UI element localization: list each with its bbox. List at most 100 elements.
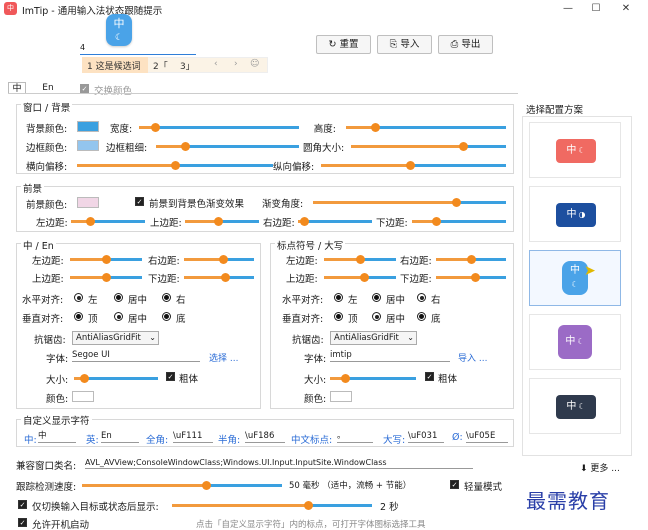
zh-halign-left-label: 左 [88, 295, 98, 306]
cd-caps-field[interactable]: \uF031 [408, 431, 444, 443]
corner-slider[interactable] [351, 142, 506, 151]
punct-valign-center-radio[interactable] [372, 312, 381, 321]
switch-show-slider[interactable] [172, 501, 372, 510]
punct-bottom-slider[interactable] [436, 273, 506, 282]
zh-font-field[interactable]: Segoe UI [72, 350, 200, 362]
app-logo-icon: 中 [4, 2, 17, 15]
cd-en-field[interactable]: En [101, 431, 139, 443]
startup-label: 允许开机启动 [32, 520, 90, 530]
zh-valign-top-radio[interactable] [74, 312, 83, 321]
punct-valign-bottom-radio[interactable] [417, 312, 426, 321]
fg-color-swatch[interactable] [77, 197, 99, 208]
zh-halign-right-radio[interactable] [162, 293, 171, 302]
punct-valign-top-radio[interactable] [334, 312, 343, 321]
zh-top-slider[interactable] [70, 273, 142, 282]
scheme-card-2[interactable]: 中 ◑ [529, 186, 621, 242]
prev-page-icon[interactable]: ‹ [214, 59, 218, 69]
zh-antialias-select[interactable]: AntiAliasGridFit ⌄ [72, 331, 159, 345]
fg-bottom-slider[interactable] [412, 217, 506, 226]
close-button[interactable]: ✕ [614, 1, 638, 17]
reset-button[interactable]: ↻ 重置 [316, 35, 371, 54]
height-slider[interactable] [346, 123, 506, 132]
scheme-card-4[interactable]: 中 ☾ [529, 314, 621, 370]
zh-bottom-slider[interactable] [184, 273, 254, 282]
gradient-checkbox[interactable]: ✓ [135, 197, 144, 206]
candidate-2[interactable]: 2「 [153, 59, 168, 72]
cd-caps-label[interactable]: 大写: [383, 432, 405, 446]
zh-valign-bottom-radio[interactable] [162, 312, 171, 321]
punct-color-label: 颜色: [304, 394, 327, 405]
gradient-angle-slider[interactable] [313, 198, 506, 207]
punct-halign-center-radio[interactable] [372, 293, 381, 302]
punct-color-swatch[interactable] [330, 391, 352, 402]
minimize-button[interactable]: — [556, 1, 580, 17]
voffset-slider[interactable] [321, 161, 506, 170]
punct-antialias-select[interactable]: AntiAliasGridFit ⌄ [330, 331, 417, 345]
punct-size-slider[interactable] [330, 374, 416, 383]
switch-show-checkbox[interactable]: ✓ [18, 500, 27, 509]
zh-color-swatch[interactable] [72, 391, 94, 402]
bg-color-swatch[interactable] [77, 121, 99, 132]
candidate-3[interactable]: 3」 [180, 59, 195, 72]
punct-import-font-link[interactable]: 导入 ... [458, 351, 487, 364]
zh-halign-center-radio[interactable] [114, 293, 123, 302]
punct-left-label: 左边距: [286, 256, 318, 267]
zh-left-slider[interactable] [70, 255, 142, 264]
window-bg-title: 窗口 / 背景 [21, 100, 73, 114]
scheme-char: 中 [566, 145, 577, 156]
cd-en-label[interactable]: 英: [86, 432, 99, 446]
hint-text: 点击「自定义显示字符」内的标点，可打开字体图标选择工具 [196, 520, 426, 530]
zh-bold-checkbox[interactable]: ✓ [166, 372, 175, 381]
zh-halign-left-radio[interactable] [74, 293, 83, 302]
punct-right-slider[interactable] [436, 255, 506, 264]
cd-cnpunct-label[interactable]: 中文标点: [291, 432, 332, 446]
punct-font-field[interactable]: imtip [330, 350, 450, 362]
fg-right-slider[interactable] [298, 217, 372, 226]
punct-left-slider[interactable] [324, 255, 396, 264]
compat-field[interactable]: AVL_AVView;ConsoleWindowClass;Windows.UI… [85, 457, 473, 469]
cd-cnpunct-field[interactable]: 。 [337, 431, 373, 443]
cd-ascii-label[interactable]: Ø: [452, 432, 463, 443]
cd-zh-label[interactable]: 中: [24, 432, 37, 446]
more-schemes-link[interactable]: ⬇ 更多 ... [580, 461, 620, 474]
zh-size-slider[interactable] [74, 374, 158, 383]
cd-full-field[interactable]: \uF111 [173, 431, 213, 443]
foreground-title: 前景 [21, 181, 45, 195]
punct-top-slider[interactable] [324, 273, 396, 282]
scheme-card-1[interactable]: 中 ☾ [529, 122, 621, 178]
cd-half-field[interactable]: \uF186 [245, 431, 285, 443]
cd-half-label[interactable]: 半角: [218, 432, 240, 446]
width-slider[interactable] [139, 123, 299, 132]
emoji-icon[interactable]: ☺ [250, 59, 259, 69]
border-width-slider[interactable] [156, 142, 299, 151]
candidate-1[interactable]: 1 这是候选词 [87, 59, 141, 72]
punct-title: 标点符号 / 大写 [275, 238, 346, 252]
fg-left-slider[interactable] [71, 217, 145, 226]
fg-top-slider[interactable] [185, 217, 259, 226]
punct-bold-checkbox[interactable]: ✓ [425, 372, 434, 381]
zh-valign-center-radio[interactable] [114, 312, 123, 321]
maximize-button[interactable]: ☐ [584, 1, 608, 17]
fg-left-label: 左边距: [36, 218, 68, 229]
cd-zh-field[interactable]: 中 [38, 431, 76, 443]
zh-top-label: 上边距: [32, 274, 64, 285]
cd-full-label[interactable]: 全角: [146, 432, 168, 446]
light-mode-checkbox[interactable]: ✓ [450, 480, 459, 489]
swap-colors-checkbox[interactable]: ✓ [80, 84, 89, 93]
export-button[interactable]: ⎙ 导出 [438, 35, 493, 54]
punct-halign-right-radio[interactable] [417, 293, 426, 302]
punct-halign-left-radio[interactable] [334, 293, 343, 302]
border-color-swatch[interactable] [77, 140, 99, 151]
startup-checkbox[interactable]: ✓ [18, 518, 27, 527]
zh-choose-font-link[interactable]: 选择 ... [209, 351, 238, 364]
cd-ascii-field[interactable]: \uF05E [466, 431, 508, 443]
scheme-card-5[interactable]: 中 ☾ [529, 378, 621, 434]
import-button[interactable]: ⎘ 导入 [377, 35, 432, 54]
hoffset-slider[interactable] [77, 161, 273, 170]
next-page-icon[interactable]: › [234, 59, 238, 69]
zh-right-slider[interactable] [184, 255, 254, 264]
scheme-card-3[interactable]: 中 ☾ [529, 250, 621, 306]
punct-valign-top-label: 顶 [348, 314, 358, 325]
preview-input[interactable]: 4 [80, 43, 196, 55]
track-speed-slider[interactable] [82, 481, 282, 490]
